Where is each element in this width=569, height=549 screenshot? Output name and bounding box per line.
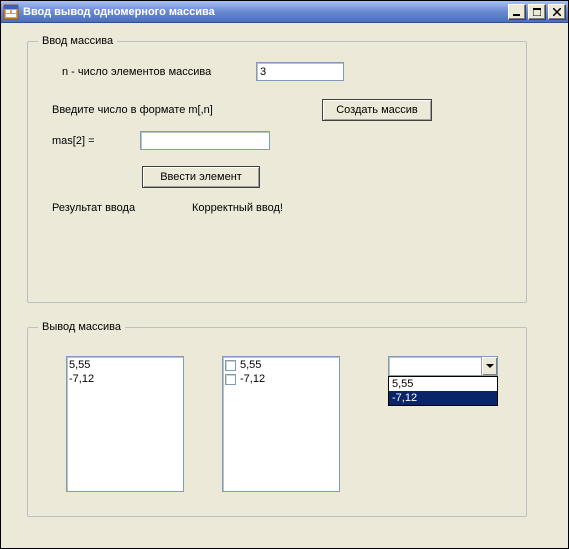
client-area: Ввод массива n - число элементов массива… [3,23,566,546]
output-group-legend: Вывод массива [38,321,125,333]
list-item[interactable]: 5,55 [225,358,337,372]
list-item[interactable]: -7,12 [225,372,337,386]
window-buttons [508,4,566,20]
checkbox-icon[interactable] [225,360,236,371]
mas-index-label: mas[2] = [52,135,140,147]
combobox-value[interactable] [389,357,481,375]
list-item[interactable]: 5,55 [69,358,181,372]
format-hint-label: Введите число в формате m[,n] [52,104,322,116]
titlebar[interactable]: Ввод вывод одномерного массива [1,1,568,23]
n-label: n - число элементов массива [62,66,256,78]
chevron-down-icon[interactable] [481,357,497,375]
checked-listbox[interactable]: 5,55 -7,12 [222,356,340,492]
list-item[interactable]: -7,12 [69,372,181,386]
combobox-dropdown[interactable]: 5,55 -7,12 [388,376,498,406]
input-group-legend: Ввод массива [38,35,117,47]
result-value: Корректный ввод! [192,202,283,214]
listbox-plain[interactable]: 5,55 -7,12 [66,356,184,492]
maximize-button[interactable] [528,4,546,20]
list-item-label: 5,55 [240,358,261,372]
minimize-button[interactable] [508,4,526,20]
app-icon [3,4,19,20]
combobox-area: 5,55 -7,12 [388,356,498,376]
mas-value-input[interactable] [140,131,270,150]
combobox[interactable] [388,356,498,376]
dropdown-option[interactable]: -7,12 [389,391,497,405]
app-window: Ввод вывод одномерного массива Ввод масс… [0,0,569,549]
checkbox-icon[interactable] [225,374,236,385]
list-item-label: -7,12 [240,372,265,386]
close-button[interactable] [548,4,566,20]
output-groupbox: Вывод массива 5,55 -7,12 5,55 -7,12 [27,327,527,517]
window-title: Ввод вывод одномерного массива [23,6,508,18]
n-input[interactable] [256,62,344,81]
enter-element-button[interactable]: Ввести элемент [142,166,260,188]
input-groupbox: Ввод массива n - число элементов массива… [27,41,527,303]
create-array-button[interactable]: Создать массив [322,99,432,121]
dropdown-option[interactable]: 5,55 [389,377,497,391]
result-label: Результат ввода [52,202,192,214]
